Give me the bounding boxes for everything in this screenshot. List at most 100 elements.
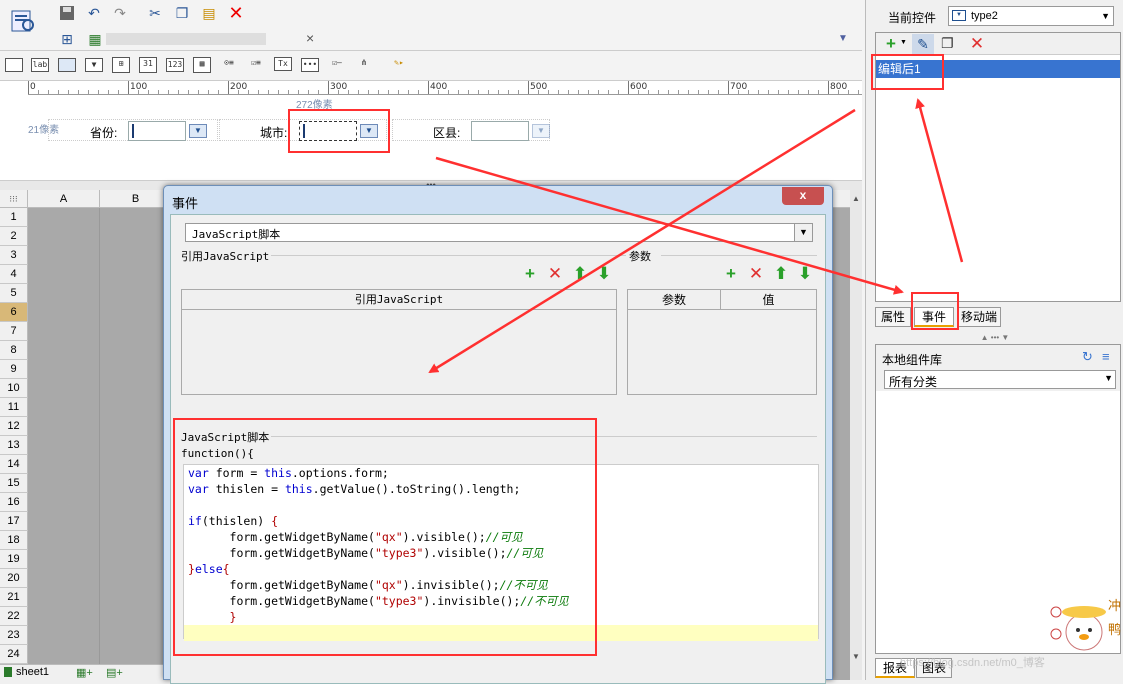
ruler-minor-tick: [818, 90, 819, 94]
tab-close-icon[interactable]: ×: [306, 30, 314, 46]
paste-icon[interactable]: ▤: [200, 4, 218, 22]
add-dropdown-icon[interactable]: ▼: [900, 39, 907, 46]
move-down-param-icon[interactable]: ⬇: [796, 265, 814, 283]
copy-event-icon[interactable]: ❐: [941, 35, 954, 52]
combobox-widget-icon[interactable]: ▼: [85, 58, 103, 72]
row-header[interactable]: 12: [0, 417, 28, 436]
checkbox-group-icon[interactable]: ☑≡: [247, 57, 265, 73]
menu-icon[interactable]: ≡: [1102, 349, 1110, 364]
chevron-down-icon[interactable]: ▼: [1104, 373, 1113, 383]
template-icon[interactable]: [10, 8, 36, 34]
add-sheet-icon[interactable]: ▦+: [76, 666, 93, 679]
row-header[interactable]: 6: [0, 303, 28, 322]
row-header[interactable]: 17: [0, 512, 28, 531]
checkbox-widget-icon[interactable]: ☑–: [328, 57, 346, 73]
dropdown-menu-icon[interactable]: ▼: [838, 33, 852, 45]
panel-splitter[interactable]: ▲ ••• ▼: [866, 333, 1123, 343]
column-header[interactable]: B: [100, 190, 172, 208]
column-header[interactable]: A: [28, 190, 100, 208]
delete-icon[interactable]: ✕: [227, 3, 245, 23]
add-ref-icon[interactable]: +: [521, 265, 539, 283]
form-designer-canvas[interactable]: 0 100 200 300 400 500 600 700 800 272像素 21像素 省份:…: [0, 80, 862, 180]
sheet-tab[interactable]: sheet1: [16, 666, 49, 678]
row-header[interactable]: 18: [0, 531, 28, 550]
vertical-scrollbar[interactable]: ▲ ▼: [850, 190, 862, 680]
label-widget-icon[interactable]: lab: [31, 58, 49, 72]
row-header[interactable]: 14: [0, 455, 28, 474]
district-dropdown-icon[interactable]: ▼: [532, 124, 550, 138]
move-up-ref-icon[interactable]: ⬆: [571, 265, 589, 283]
current-control-select[interactable]: ▼ type2 ▼: [948, 6, 1114, 26]
number-widget-icon[interactable]: 123: [166, 58, 184, 72]
report-tab-name-blurred[interactable]: [106, 33, 266, 45]
district-combo[interactable]: [471, 121, 529, 141]
tab-properties[interactable]: 属性: [875, 307, 911, 327]
scroll-down-icon[interactable]: ▼: [852, 652, 860, 661]
button-widget-icon[interactable]: [58, 58, 76, 72]
row-header[interactable]: 5: [0, 284, 28, 303]
row-header[interactable]: 23: [0, 626, 28, 645]
row-header[interactable]: 8: [0, 341, 28, 360]
category-select[interactable]: 所有分类 ▼: [884, 370, 1116, 389]
move-up-param-icon[interactable]: ⬆: [772, 265, 790, 283]
remove-ref-icon[interactable]: ✕: [546, 265, 564, 283]
chevron-down-icon[interactable]: ▼: [1101, 11, 1110, 21]
ref-js-table[interactable]: 引用JavaScript: [181, 289, 617, 395]
new-report-icon[interactable]: ⊞: [58, 30, 76, 48]
row-header[interactable]: 19: [0, 550, 28, 569]
province-label: 省份:: [90, 126, 118, 140]
add-form-icon[interactable]: ▤+: [106, 666, 123, 679]
row-header[interactable]: 21: [0, 588, 28, 607]
chevron-down-icon[interactable]: ▼: [794, 224, 812, 241]
tree-combo-icon[interactable]: ⋔: [355, 57, 373, 73]
edit-widget-icon[interactable]: ✎▸: [390, 57, 408, 73]
tab-mobile[interactable]: 移动端: [957, 307, 1001, 327]
delete-event-icon[interactable]: ✕: [968, 35, 986, 53]
cut-icon[interactable]: ✂: [146, 4, 164, 22]
ruler-minor-tick: [308, 90, 309, 94]
row-header[interactable]: 22: [0, 607, 28, 626]
row-header[interactable]: 11: [0, 398, 28, 417]
remove-param-icon[interactable]: ✕: [747, 265, 765, 283]
category-value: 所有分类: [889, 375, 938, 389]
province-combo[interactable]: [128, 121, 186, 141]
password-widget-icon[interactable]: •••: [301, 58, 319, 72]
column-b-cells[interactable]: [100, 208, 172, 668]
grid-widget-icon[interactable]: ▦: [193, 57, 211, 73]
row-header[interactable]: 3: [0, 246, 28, 265]
row-header[interactable]: 9: [0, 360, 28, 379]
scroll-up-icon[interactable]: ▲: [852, 194, 860, 203]
save-icon[interactable]: [58, 4, 76, 22]
add-event-icon[interactable]: +: [882, 35, 900, 53]
row-header[interactable]: 13: [0, 436, 28, 455]
province-dropdown-icon[interactable]: ▼: [189, 124, 207, 138]
row-header[interactable]: 1: [0, 208, 28, 227]
row-header[interactable]: 2: [0, 227, 28, 246]
undo-icon[interactable]: ↶: [85, 4, 103, 22]
row-header[interactable]: 15: [0, 474, 28, 493]
column-a-cells[interactable]: [28, 208, 100, 668]
properties-panel: 当前控件 ▼ type2 ▼ + ▼ ✎ ❐ ✕ 编辑后1 属性 事件 移动端 …: [865, 0, 1123, 680]
edit-event-icon[interactable]: ✎: [912, 34, 934, 54]
row-header[interactable]: 10: [0, 379, 28, 398]
copy-icon[interactable]: ❐: [173, 4, 191, 22]
dialog-close-button[interactable]: x: [782, 187, 824, 205]
row-header[interactable]: 4: [0, 265, 28, 284]
add-param-icon[interactable]: +: [722, 265, 740, 283]
event-type-select[interactable]: JavaScript脚本 ▼: [185, 223, 813, 242]
date-widget-icon[interactable]: 31: [139, 57, 157, 73]
redo-icon[interactable]: ↷: [111, 4, 129, 22]
row-header[interactable]: 20: [0, 569, 28, 588]
param-table[interactable]: 参数 值: [627, 289, 817, 395]
textbox-widget-icon[interactable]: [5, 58, 23, 72]
row-header[interactable]: 7: [0, 322, 28, 341]
textarea-widget-icon[interactable]: Tx: [274, 57, 292, 71]
report-tab-icon[interactable]: ▦: [86, 30, 104, 48]
select-all-corner[interactable]: ⁝⁝⁝: [0, 190, 28, 208]
move-down-ref-icon[interactable]: ⬇: [595, 265, 613, 283]
row-header[interactable]: 24: [0, 645, 28, 664]
tree-widget-icon[interactable]: ⊞: [112, 57, 130, 73]
row-header[interactable]: 16: [0, 493, 28, 512]
refresh-icon[interactable]: ↻: [1082, 349, 1093, 365]
radio-group-icon[interactable]: ⊙≡: [220, 57, 238, 73]
